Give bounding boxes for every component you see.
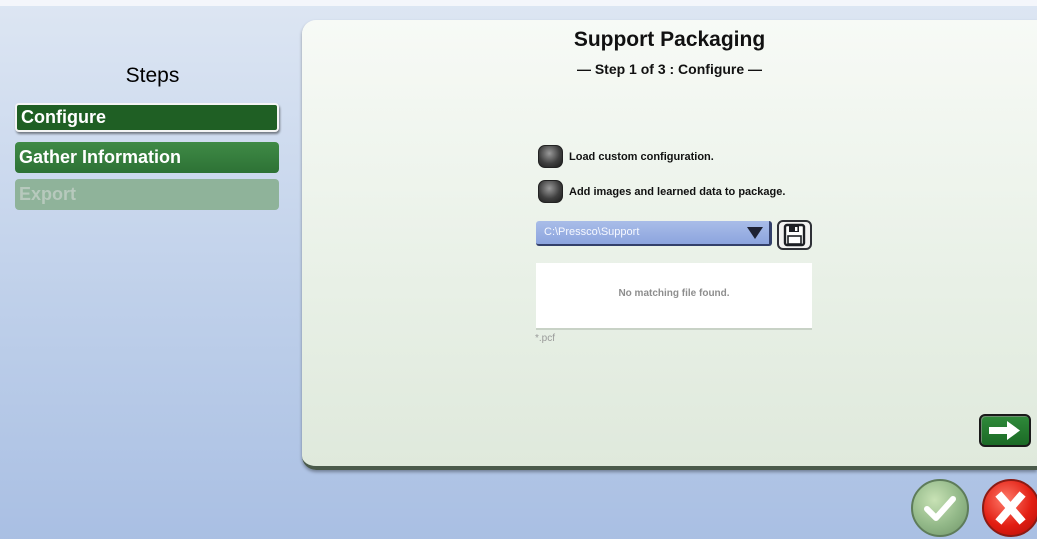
file-list[interactable]: No matching file found. bbox=[536, 263, 812, 330]
ok-button[interactable] bbox=[911, 479, 969, 537]
folder-path-value: C:\Pressco\Support bbox=[544, 226, 640, 238]
load-custom-config-row[interactable]: Load custom configuration. bbox=[538, 145, 714, 168]
floppy-disk-icon bbox=[783, 223, 806, 247]
add-images-checkbox[interactable] bbox=[538, 180, 563, 203]
cancel-button[interactable] bbox=[982, 479, 1037, 537]
checkmark-icon bbox=[924, 496, 956, 521]
load-custom-config-checkbox[interactable] bbox=[538, 145, 563, 168]
x-icon bbox=[995, 491, 1026, 525]
step-configure-label: Configure bbox=[21, 107, 106, 127]
next-button[interactable] bbox=[979, 414, 1031, 447]
add-images-label: Add images and learned data to package. bbox=[569, 185, 786, 198]
step-configure[interactable]: Configure bbox=[15, 103, 279, 132]
file-list-empty-message: No matching file found. bbox=[618, 288, 730, 299]
page-title: Support Packaging bbox=[573, 28, 766, 51]
step-gather-information[interactable]: Gather Information bbox=[15, 142, 279, 173]
page-subtitle: — Step 1 of 3 : Configure — bbox=[576, 61, 763, 77]
window-top-edge bbox=[0, 0, 1037, 6]
dropdown-arrow-icon[interactable] bbox=[747, 227, 763, 239]
step-export: Export bbox=[15, 179, 279, 210]
step-export-label: Export bbox=[19, 184, 77, 204]
load-custom-config-label: Load custom configuration. bbox=[569, 150, 714, 163]
window-bottom-edge bbox=[0, 539, 1037, 543]
save-button[interactable] bbox=[777, 220, 812, 250]
add-images-row[interactable]: Add images and learned data to package. bbox=[538, 180, 785, 203]
file-filter-label: *.pcf bbox=[535, 333, 556, 344]
arrow-right-icon bbox=[989, 421, 1020, 440]
folder-path-select[interactable]: C:\Pressco\Support bbox=[536, 221, 772, 246]
step-gather-information-label: Gather Information bbox=[19, 147, 182, 167]
